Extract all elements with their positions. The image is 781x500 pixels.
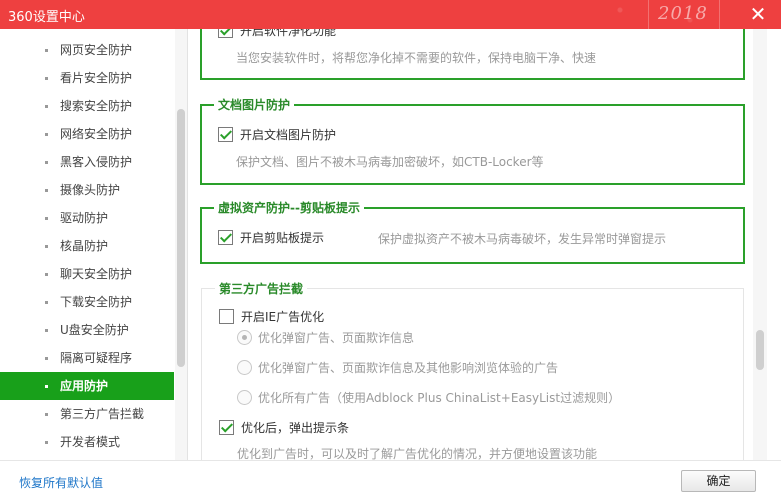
sidebar-scrollbar-thumb[interactable] (177, 109, 185, 367)
doc-image-section: 文档图片防护 开启文档图片防护 保护文档、图片不被木马病毒加密破坏，如CTB-L… (200, 97, 745, 185)
bullet-icon (45, 49, 48, 52)
sidebar-item-label: 看片安全防护 (60, 71, 133, 85)
bullet-icon (45, 133, 48, 136)
sidebar-item-label: 开发者模式 (60, 435, 121, 449)
sidebar-scrollbar[interactable] (175, 29, 187, 460)
sidebar: 网页安全防护 看片安全防护 搜索安全防护 网络安全防护 黑客入侵防护 摄像头防护… (0, 29, 188, 460)
third-party-ads-title: 第三方广告拦截 (215, 281, 308, 297)
clipboard-checkbox[interactable] (218, 230, 233, 245)
sidebar-item-chat-protection[interactable]: 聊天安全防护 (0, 260, 174, 288)
clipboard-label: 开启剪贴板提示 (240, 231, 325, 245)
sidebar-item-label: 聊天安全防护 (60, 267, 133, 281)
year-badge: 2018 (658, 3, 708, 24)
sidebar-item-label: 黑客入侵防护 (60, 155, 133, 169)
sidebar-item-label: 网页安全防护 (60, 43, 133, 57)
sidebar-item-app-protection[interactable]: 应用防护 (0, 372, 174, 400)
doc-image-title: 文档图片防护 (214, 97, 295, 113)
ie-ad-label: 开启IE广告优化 (241, 310, 325, 324)
ad-option-label-1: 优化弹窗广告、页面欺诈信息 (258, 331, 415, 345)
ok-button[interactable]: 确定 (681, 470, 756, 492)
sidebar-item-label: 第三方广告拦截 (60, 407, 145, 421)
sidebar-item-label: 应用防护 (60, 379, 109, 393)
sidebar-item-core-crystal[interactable]: 核晶防护 (0, 232, 174, 260)
title-bar: 360设置中心 2018 ✕ (0, 0, 781, 29)
sidebar-item-label: 驱动防护 (60, 211, 109, 225)
bullet-icon (45, 77, 48, 80)
third-party-ads-section: 第三方广告拦截 开启IE广告优化 优化弹窗广告、页面欺诈信息 优化弹窗广告、页面… (201, 281, 744, 460)
bullet-icon (45, 245, 48, 248)
doc-image-checkbox[interactable] (218, 127, 233, 142)
window-title: 360设置中心 (8, 10, 85, 25)
restore-defaults-link[interactable]: 恢复所有默认值 (19, 474, 103, 491)
popup-tip-label: 优化后，弹出提示条 (241, 421, 350, 435)
sidebar-item-quarantine[interactable]: 隔离可疑程序 (0, 344, 174, 372)
bullet-icon (45, 189, 48, 192)
bullet-icon (45, 441, 48, 444)
ad-option-label-3: 优化所有广告（使用Adblock Plus ChinaList+EasyList… (258, 391, 621, 405)
software-purify-label: 开启软件净化功能 (240, 29, 337, 38)
sidebar-item-driver-protection[interactable]: 驱动防护 (0, 204, 174, 232)
ad-option-radio-1[interactable] (237, 330, 252, 345)
main-scrollbar-thumb[interactable] (756, 330, 764, 370)
footer-bar: 恢复所有默认值 确定 (0, 460, 781, 500)
bullet-icon (45, 273, 48, 276)
sidebar-item-web-protection[interactable]: 网页安全防护 (0, 36, 174, 64)
sidebar-item-video-protection[interactable]: 看片安全防护 (0, 64, 174, 92)
sidebar-item-label: 搜索安全防护 (60, 99, 133, 113)
bullet-icon (45, 329, 48, 332)
bullet-icon (45, 105, 48, 108)
sidebar-item-search-protection[interactable]: 搜索安全防护 (0, 92, 174, 120)
virtual-asset-section: 虚拟资产防护--剪贴板提示 开启剪贴板提示 保护虚拟资产不被木马病毒破坏，发生异… (200, 200, 745, 264)
ad-option-radio-2[interactable] (237, 360, 252, 375)
bullet-icon (45, 357, 48, 360)
sidebar-item-label: 下载安全防护 (60, 295, 133, 309)
clipboard-desc: 保护虚拟资产不被木马病毒破坏，发生异常时弹窗提示 (378, 232, 667, 246)
main-panel: 开启软件净化功能 当您安装软件时，将帮您净化掉不需要的软件，保持电脑干净、快速 … (189, 29, 781, 460)
sidebar-item-hacker-protection[interactable]: 黑客入侵防护 (0, 148, 174, 176)
ad-option-label-2: 优化弹窗广告、页面欺诈信息及其他影响浏览体验的广告 (258, 361, 559, 375)
sidebar-item-download-protection[interactable]: 下载安全防护 (0, 288, 174, 316)
sidebar-item-label: 隔离可疑程序 (60, 351, 133, 365)
software-purify-desc: 当您安装软件时，将帮您净化掉不需要的软件，保持电脑干净、快速 (236, 51, 597, 65)
close-icon[interactable]: ✕ (746, 2, 770, 26)
software-purify-section: 开启软件净化功能 当您安装软件时，将帮您净化掉不需要的软件，保持电脑干净、快速 (200, 29, 745, 80)
bullet-icon (45, 217, 48, 220)
doc-image-label: 开启文档图片防护 (240, 128, 337, 142)
doc-image-desc: 保护文档、图片不被木马病毒加密破坏，如CTB-Locker等 (236, 155, 544, 169)
bullet-icon (45, 413, 48, 416)
software-purify-checkbox[interactable] (218, 29, 233, 38)
sidebar-item-usb-protection[interactable]: U盘安全防护 (0, 316, 174, 344)
sidebar-item-developer-mode[interactable]: 开发者模式 (0, 428, 174, 456)
main-scrollbar[interactable] (753, 29, 767, 460)
ad-option-radio-3[interactable] (237, 390, 252, 405)
bullet-icon (45, 161, 48, 164)
virtual-asset-title: 虚拟资产防护--剪贴板提示 (214, 200, 364, 216)
ie-ad-checkbox[interactable] (219, 309, 234, 324)
sidebar-item-label: 摄像头防护 (60, 183, 121, 197)
sidebar-list: 网页安全防护 看片安全防护 搜索安全防护 网络安全防护 黑客入侵防护 摄像头防护… (0, 36, 174, 456)
popup-tip-checkbox[interactable] (219, 420, 234, 435)
popup-tip-desc: 优化到广告时，可以及时了解广告优化的情况，并方便地设置该功能 (237, 447, 598, 460)
sidebar-item-camera-protection[interactable]: 摄像头防护 (0, 176, 174, 204)
sidebar-item-label: 网络安全防护 (60, 127, 133, 141)
sidebar-item-label: 核晶防护 (60, 239, 109, 253)
bullet-icon (45, 301, 48, 304)
bullet-icon (45, 385, 48, 388)
sidebar-item-network-protection[interactable]: 网络安全防护 (0, 120, 174, 148)
sidebar-item-third-party-ads[interactable]: 第三方广告拦截 (0, 400, 174, 428)
sidebar-item-label: U盘安全防护 (60, 323, 129, 337)
